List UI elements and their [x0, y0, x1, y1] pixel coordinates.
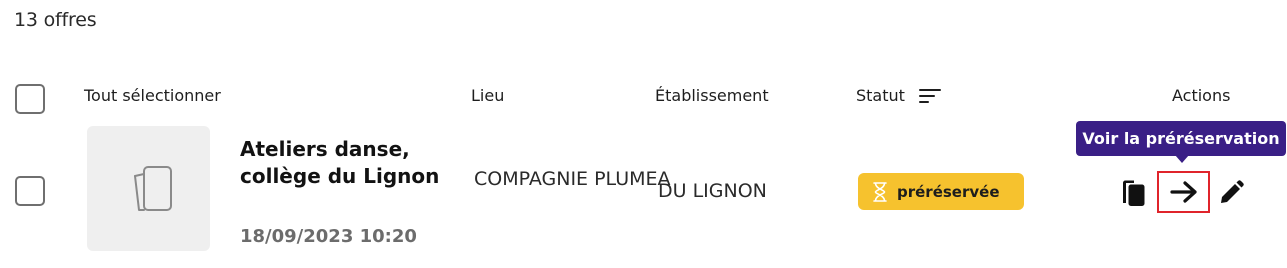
- header-actions: Actions: [1172, 86, 1231, 105]
- status-label: préréservée: [897, 182, 1000, 201]
- row-checkbox[interactable]: [15, 176, 45, 206]
- view-prereservation-button[interactable]: [1157, 171, 1210, 213]
- sort-icon[interactable]: [918, 87, 941, 105]
- header-statut: Statut: [856, 86, 941, 105]
- header-select-all[interactable]: Tout sélectionner: [84, 86, 221, 105]
- edit-button[interactable]: [1214, 176, 1248, 210]
- tooltip: Voir la préréservation: [1076, 121, 1286, 156]
- duplicate-button[interactable]: [1118, 176, 1150, 210]
- offer-thumbnail: [87, 126, 210, 251]
- duplicate-icon: [1123, 180, 1145, 206]
- offer-date: 18/09/2023 10:20: [240, 226, 417, 247]
- pencil-icon: [1221, 180, 1244, 203]
- image-placeholder-icon: [133, 165, 172, 211]
- header-etablissement: Établissement: [655, 86, 769, 105]
- tooltip-arrow: [1175, 155, 1189, 163]
- arrow-right-icon: [1169, 181, 1197, 203]
- offer-etablissement: DU LIGNON: [658, 180, 767, 202]
- offer-lieu: COMPAGNIE PLUMEA: [474, 168, 671, 190]
- offer-title[interactable]: Ateliers danse, collège du Lignon: [240, 136, 455, 190]
- header-statut-label: Statut: [856, 86, 905, 105]
- select-all-checkbox[interactable]: [15, 84, 45, 114]
- header-lieu: Lieu: [471, 86, 505, 105]
- status-badge: préréservée: [858, 173, 1024, 210]
- offer-count: 13 offres: [14, 9, 97, 31]
- hourglass-icon: [873, 181, 887, 202]
